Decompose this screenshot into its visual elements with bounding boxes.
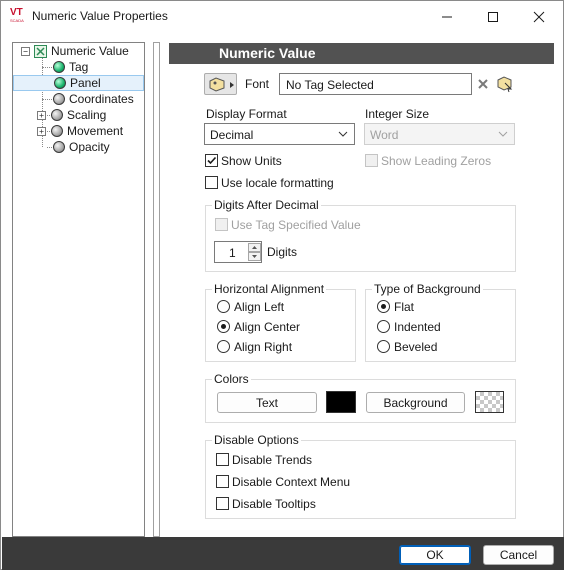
font-tag-field[interactable]: No Tag Selected [279, 73, 472, 95]
checkmark-icon [207, 156, 217, 165]
tree-item-numeric-value[interactable]: − Numeric Value [21, 43, 129, 59]
background-flat-label: Flat [394, 300, 415, 314]
gray-ball-icon [53, 93, 65, 105]
close-button[interactable] [516, 1, 562, 32]
chevron-up-icon [252, 246, 257, 249]
clear-tag-icon[interactable] [476, 77, 490, 91]
panel-header: Numeric Value [169, 43, 554, 64]
maximize-icon [488, 11, 498, 22]
chevron-down-icon [252, 255, 257, 258]
chevron-down-icon [498, 131, 508, 137]
disable-tooltips-label: Disable Tooltips [232, 497, 316, 511]
root-properties-icon [34, 44, 47, 58]
vtscada-logo-icon: VT SCADA [10, 7, 24, 24]
font-label: Font [245, 77, 270, 91]
tree-item-panel[interactable]: Panel [13, 75, 144, 91]
spin-up-button[interactable] [248, 243, 261, 252]
use-tag-specified-value-checkbox[interactable] [215, 218, 228, 231]
title-bar[interactable]: VT SCADA Numeric Value Properties [1, 1, 563, 32]
disable-context-menu-label: Disable Context Menu [232, 475, 351, 489]
disable-trends-checkbox[interactable] [216, 453, 229, 466]
display-format-label: Display Format [206, 107, 287, 121]
digits-label: Digits [267, 245, 298, 259]
expand-icon[interactable]: + [37, 126, 46, 136]
background-beveled-radio[interactable] [377, 340, 390, 353]
chevron-down-icon [338, 131, 348, 137]
tree-item-tag[interactable]: Tag [53, 59, 88, 75]
close-icon [533, 11, 545, 22]
pane-splitter[interactable] [153, 42, 160, 537]
maximize-button[interactable] [470, 1, 516, 32]
green-ball-icon [54, 77, 66, 89]
tree-item-opacity[interactable]: Opacity [53, 139, 110, 155]
spin-down-button[interactable] [248, 252, 261, 261]
text-color-button[interactable]: Text [217, 392, 317, 413]
collapse-icon[interactable]: − [21, 46, 30, 56]
tree-item-scaling[interactable]: + Scaling [37, 107, 106, 123]
align-right-radio[interactable] [217, 340, 230, 353]
background-beveled-label: Beveled [394, 340, 438, 354]
expand-icon[interactable]: + [37, 110, 46, 120]
background-color-swatch[interactable] [475, 391, 504, 413]
show-units-label: Show Units [221, 154, 282, 168]
use-locale-checkbox[interactable] [205, 176, 218, 189]
background-flat-radio[interactable] [377, 300, 390, 313]
dialog-window: VT SCADA Numeric Value Properties − Nume… [0, 0, 564, 570]
ok-button[interactable]: OK [399, 545, 471, 565]
align-right-label: Align Right [234, 340, 293, 354]
gray-ball-icon [53, 141, 65, 153]
cancel-button[interactable]: Cancel [483, 545, 554, 565]
background-color-button[interactable]: Background [366, 392, 465, 413]
minimize-button[interactable] [424, 1, 470, 32]
use-tag-specified-value-label: Use Tag Specified Value [231, 218, 361, 232]
disable-tooltips-checkbox[interactable] [216, 497, 229, 510]
background-type-title: Type of Background [372, 282, 483, 296]
gray-ball-icon [51, 125, 63, 137]
horizontal-alignment-title: Horizontal Alignment [212, 282, 327, 296]
gray-ball-icon [51, 109, 63, 121]
dialog-footer: OK Cancel [2, 537, 564, 570]
show-leading-zeros-label: Show Leading Zeros [381, 154, 492, 168]
property-tree[interactable]: − Numeric Value Tag Panel Coordinates + … [12, 42, 145, 537]
show-leading-zeros-checkbox[interactable] [365, 154, 378, 167]
tag-icon [209, 77, 234, 92]
align-center-radio[interactable] [217, 320, 230, 333]
digits-spinner[interactable]: 1 [214, 241, 262, 263]
tree-item-coordinates[interactable]: Coordinates [53, 91, 134, 107]
tree-item-movement[interactable]: + Movement [37, 123, 123, 139]
align-left-radio[interactable] [217, 300, 230, 313]
background-indented-radio[interactable] [377, 320, 390, 333]
disable-trends-label: Disable Trends [232, 453, 313, 467]
tag-select-icon[interactable] [495, 74, 515, 94]
tag-browse-button[interactable] [204, 73, 237, 95]
background-indented-label: Indented [394, 320, 441, 334]
disable-options-title: Disable Options [212, 433, 301, 447]
display-format-select[interactable]: Decimal [204, 123, 355, 145]
window-title: Numeric Value Properties [32, 9, 168, 23]
show-units-checkbox[interactable] [205, 154, 218, 167]
digits-after-decimal-title: Digits After Decimal [212, 198, 321, 212]
disable-context-menu-checkbox[interactable] [216, 475, 229, 488]
green-ball-icon [53, 61, 65, 73]
align-left-label: Align Left [234, 300, 285, 314]
integer-size-select[interactable]: Word [364, 123, 515, 145]
integer-size-label: Integer Size [365, 107, 430, 121]
text-color-swatch[interactable] [326, 391, 356, 413]
align-center-label: Align Center [234, 320, 301, 334]
use-locale-label: Use locale formatting [221, 176, 334, 190]
colors-title: Colors [212, 372, 251, 386]
minimize-icon [442, 16, 452, 17]
